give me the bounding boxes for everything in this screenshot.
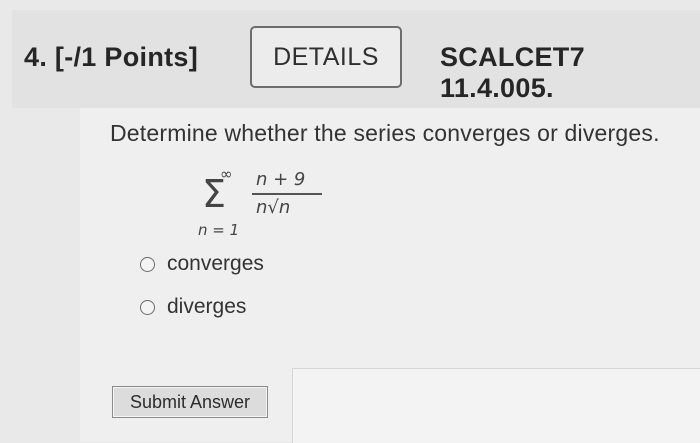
question-number: 4. [-/1 Points]: [24, 42, 199, 72]
course-code: SCALCET7 11.4.005.: [440, 42, 585, 103]
series-lower-limit: n = 1: [198, 221, 240, 239]
fraction-bar: [252, 193, 322, 195]
question-prompt: Determine whether the series converges o…: [110, 120, 660, 146]
submit-answer-button[interactable]: Submit Answer: [112, 386, 268, 418]
series-denominator: n√n: [256, 197, 291, 218]
radio-diverges[interactable]: [140, 299, 155, 315]
option-converges-label: converges: [167, 252, 264, 275]
option-diverges-label: diverges: [167, 295, 247, 318]
details-button[interactable]: DETAILS: [250, 26, 402, 88]
option-diverges[interactable]: diverges: [140, 295, 246, 319]
series-expression: ∞ Σ n = 1 n + 9 n√n: [196, 165, 336, 245]
option-converges[interactable]: converges: [140, 252, 264, 276]
series-numerator: n + 9: [256, 169, 306, 190]
sigma-symbol: Σ: [202, 172, 227, 216]
answer-feedback-area: [292, 368, 700, 443]
radio-converges[interactable]: [140, 256, 155, 272]
